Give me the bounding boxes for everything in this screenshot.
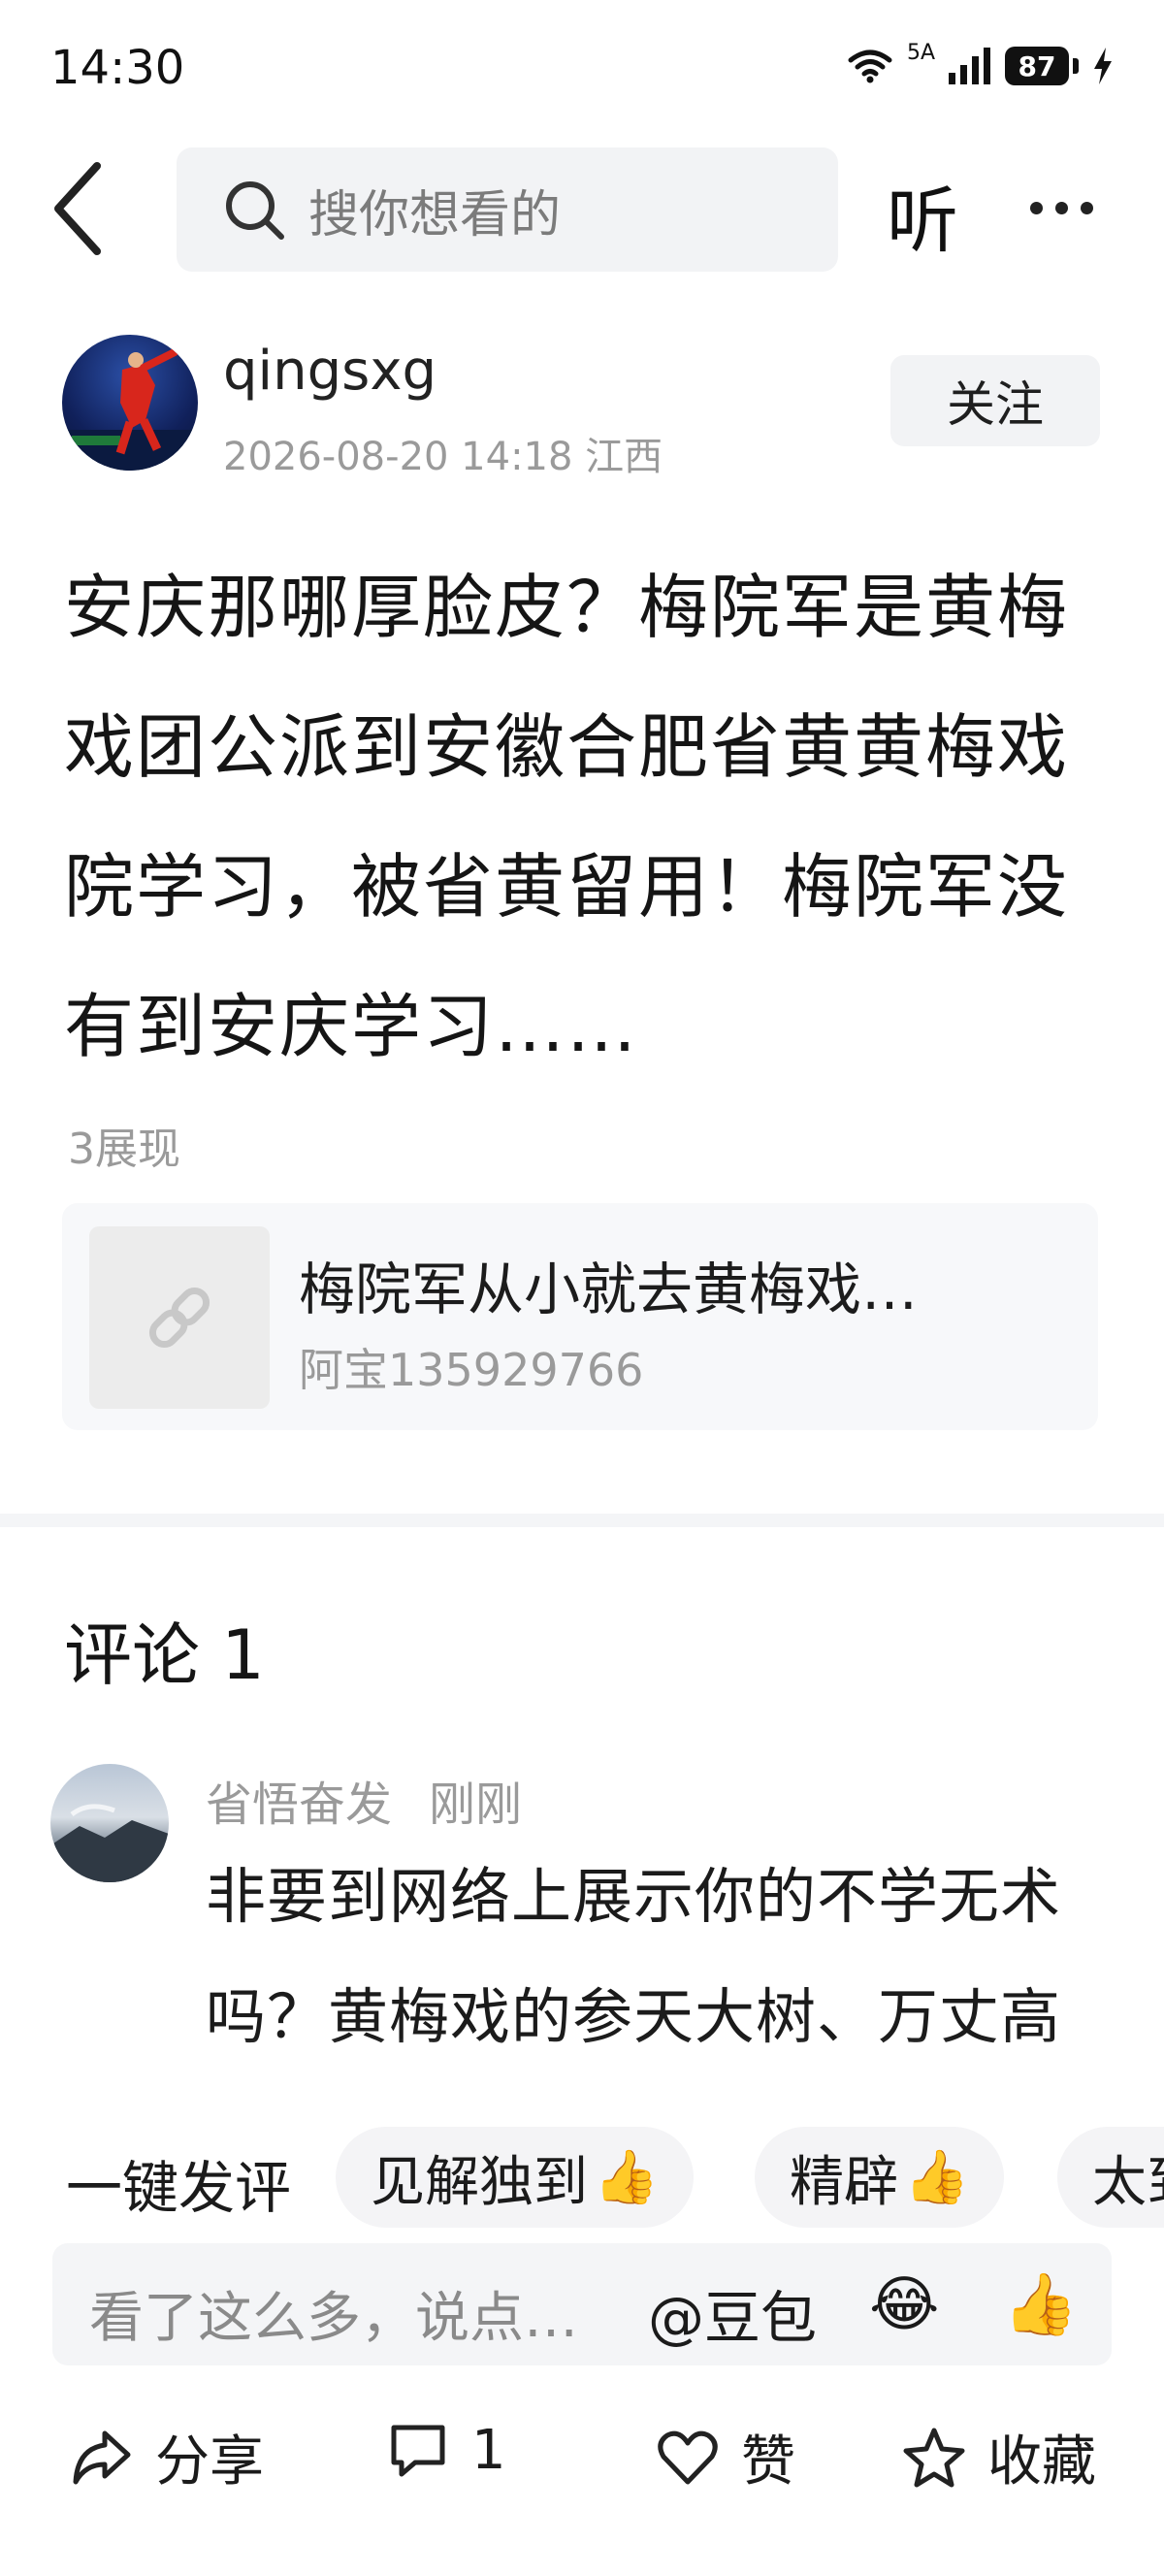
battery-tip [1073, 58, 1079, 74]
post-body: 安庆那哪厚脸皮？梅院军是黄梅戏团公派到安徽合肥省黄黄梅戏院学习，被省黄留用！梅院… [64, 567, 1070, 1067]
commenter-avatar[interactable] [50, 1764, 169, 1882]
like-label: 赞 [741, 2430, 795, 2494]
signal-icon [949, 48, 990, 84]
share-icon [73, 2430, 131, 2484]
favorite-label: 收藏 [987, 2430, 1096, 2494]
laugh-emoji-icon[interactable]: 😂 [869, 2268, 939, 2339]
wifi-icon [848, 49, 892, 83]
comments-heading: 评论 1 [64, 1615, 265, 1695]
author-username[interactable]: qingsxg [223, 340, 436, 403]
like-button[interactable]: 赞 [656, 2418, 795, 2496]
link-icon [148, 1287, 210, 1349]
section-divider [0, 1514, 1164, 1527]
share-label: 分享 [155, 2430, 264, 2494]
share-button[interactable]: 分享 [70, 2418, 264, 2496]
link-title: 梅院军从小就去黄梅戏… [299, 1256, 919, 1322]
link-card[interactable]: 梅院军从小就去黄梅戏… 阿宝135929766 [62, 1203, 1098, 1430]
charging-icon [1094, 48, 1112, 84]
comment-input-placeholder: 看了这么多，说点… [89, 2287, 578, 2350]
star-icon [903, 2428, 965, 2487]
quick-comment-chip[interactable]: 见解独到 👍 [336, 2127, 695, 2228]
commenter-avatar-image [50, 1804, 169, 1882]
search-placeholder: 搜你想看的 [308, 185, 562, 245]
network-label: 5A [906, 40, 935, 65]
link-thumbnail [89, 1226, 270, 1409]
thumbs-up-icon: 👍 [904, 2146, 970, 2207]
follow-button[interactable]: 关注 [890, 355, 1100, 446]
comment-fade [0, 2038, 1164, 2115]
chip-label: 太到 [1092, 2150, 1164, 2214]
comment-input[interactable]: 看了这么多，说点… @豆包 😂 👍 [52, 2243, 1112, 2365]
listen-button[interactable]: 听 [887, 163, 958, 267]
chip-label: 见解独到 [371, 2150, 588, 2214]
view-count: 3展现 [68, 1125, 180, 1174]
quick-comment-row: 一键发评 见解独到 👍 精辟 👍 太到 [0, 2113, 1164, 2239]
search-icon [226, 181, 284, 240]
quick-comment-chip[interactable]: 精辟 👍 [755, 2127, 1005, 2228]
battery-icon: 87 [1005, 47, 1069, 85]
comment-count: 1 [471, 2418, 506, 2482]
mention-doubao-button[interactable]: @豆包 [648, 2272, 817, 2354]
status-time: 14:30 [50, 41, 185, 95]
avatar-image [62, 348, 198, 471]
quick-comment-chip[interactable]: 太到 [1057, 2127, 1164, 2228]
favorite-button[interactable]: 收藏 [902, 2418, 1096, 2496]
link-author: 阿宝135929766 [299, 1344, 644, 1396]
commenter-name[interactable]: 省悟奋发 [206, 1766, 392, 1834]
author-avatar[interactable] [62, 335, 198, 471]
comment-time: 刚刚 [429, 1777, 523, 1832]
chip-label: 精辟 [790, 2150, 898, 2214]
bottom-action-bar: 分享 1 赞 收藏 [0, 2395, 1164, 2511]
comment-button[interactable]: 1 [386, 2418, 506, 2482]
back-arrow-icon[interactable] [48, 160, 107, 257]
more-options-icon[interactable] [1030, 202, 1093, 214]
status-icons: 5A 87 [847, 41, 1114, 85]
post-meta: 2026-08-20 14:18 江西 [223, 435, 663, 479]
search-bar[interactable]: 搜你想看的 [177, 147, 838, 272]
thumbs-up-icon: 👍 [594, 2146, 660, 2207]
comment-icon [391, 2425, 445, 2477]
heart-icon [658, 2430, 718, 2484]
quick-comment-label: 一键发评 [66, 2155, 292, 2221]
thumbs-up-emoji-icon[interactable]: 👍 [1003, 2268, 1078, 2340]
